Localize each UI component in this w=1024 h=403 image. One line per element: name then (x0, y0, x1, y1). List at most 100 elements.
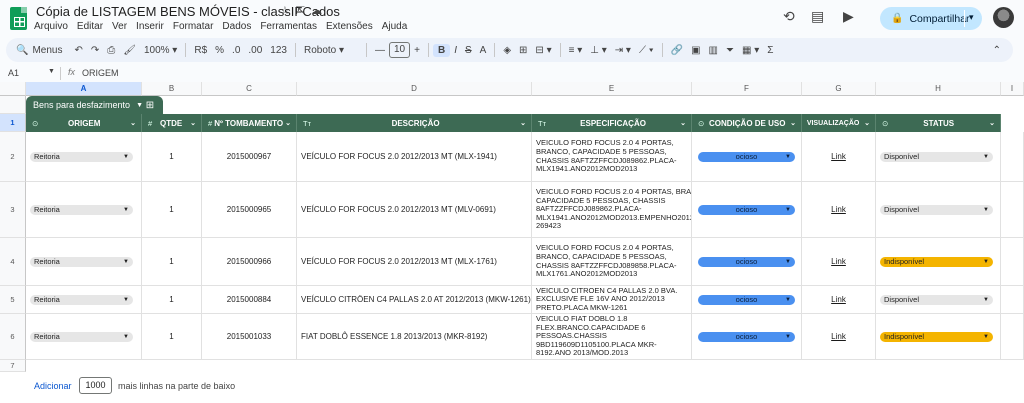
menu-dados[interactable]: Dados (222, 21, 251, 32)
decrease-decimal-button[interactable]: .0 (228, 45, 244, 56)
fill-color-icon[interactable]: ◈ (499, 45, 515, 56)
header-descricao[interactable]: Tт DESCRIÇÃO ⌄ (297, 114, 532, 132)
cell-condicao[interactable]: ocioso ▼ (692, 238, 802, 286)
collapse-toolbar-icon[interactable]: ⌃ (989, 45, 1005, 56)
print-icon[interactable]: ⎙ (103, 45, 119, 56)
chevron-down-icon[interactable]: ⌄ (520, 119, 526, 127)
origem-dropdown-chip[interactable]: Reitoria ▼ (30, 256, 133, 267)
chevron-down-icon[interactable]: ⌄ (285, 119, 291, 127)
origem-dropdown-chip[interactable]: Reitoria ▼ (30, 204, 133, 215)
font-size-increase-icon[interactable]: + (410, 45, 424, 56)
chevron-down-icon[interactable]: ▼ (123, 154, 129, 160)
row-header-2[interactable]: 2 (0, 132, 26, 182)
insert-link-icon[interactable]: 🔗 (667, 45, 687, 56)
chevron-down-icon[interactable]: ▼ (48, 68, 55, 75)
insert-chart-icon[interactable]: ▥ (705, 45, 722, 56)
text-wrap-icon[interactable]: ⇥ ▾ (611, 45, 635, 56)
paint-format-icon[interactable]: 🖌 (119, 45, 140, 56)
cell-tombamento[interactable]: 2015000965 (202, 182, 297, 238)
column-header-f[interactable]: F (692, 82, 802, 96)
header-status[interactable]: ⊙ STATUS ⌄ (876, 114, 1001, 132)
chevron-down-icon[interactable]: ▼ (123, 297, 129, 303)
cell-visualizacao[interactable]: Link (802, 238, 876, 286)
vertical-scrollbar[interactable] (1012, 96, 1022, 366)
cell-qtde[interactable]: 1 (142, 238, 202, 286)
status-dropdown-chip[interactable]: Indisponível ▼ (880, 256, 993, 267)
chevron-down-icon[interactable]: ⌄ (864, 119, 870, 127)
cell-especificacao[interactable]: VEICULO FIAT DOBLO 1.8 FLEX.BRANCO.CAPAC… (532, 314, 692, 360)
chevron-down-icon[interactable]: ▼ (983, 154, 989, 160)
cell-especificacao[interactable]: VEICULO FORD FOCUS 2.0 4 PORTAS, BRANCO,… (532, 132, 692, 182)
cell-especificacao[interactable]: VEICULO FORD FOCUS 2.0 4 PORTAS, BRANCO,… (532, 238, 692, 286)
italic-button[interactable]: I (450, 45, 461, 56)
column-header-i[interactable]: I (1001, 82, 1024, 96)
text-rotation-icon[interactable]: ⟋ ▾ (635, 45, 658, 56)
header-visualizacao[interactable]: VISUALIZAÇÃO ⌄ (802, 114, 876, 132)
origem-dropdown-chip[interactable]: Reitoria ▼ (30, 151, 133, 162)
row-header-5[interactable]: 5 (0, 286, 26, 314)
cell-status[interactable]: Disponível ▼ (876, 182, 1001, 238)
status-dropdown-chip[interactable]: Disponível ▼ (880, 294, 993, 305)
menus-search[interactable]: 🔍 Menus (6, 45, 70, 56)
column-header-g[interactable]: G (802, 82, 876, 96)
chevron-down-icon[interactable]: ▼ (785, 207, 791, 213)
cell-tombamento[interactable]: 2015000967 (202, 132, 297, 182)
header-condicao[interactable]: ⊙ CONDIÇÃO DE USO ⌄ (692, 114, 802, 132)
sheets-logo-icon[interactable] (10, 7, 27, 30)
chevron-down-icon[interactable]: ⌄ (680, 119, 686, 127)
condicao-dropdown-chip[interactable]: ocioso ▼ (698, 256, 795, 267)
condicao-dropdown-chip[interactable]: ocioso ▼ (698, 294, 795, 305)
horizontal-align-icon[interactable]: ≡ ▾ (565, 45, 587, 56)
cell-tombamento[interactable]: 2015000884 (202, 286, 297, 314)
chevron-down-icon[interactable]: ⌄ (790, 119, 796, 127)
chevron-down-icon[interactable]: ⌄ (989, 119, 995, 127)
origem-dropdown-chip[interactable]: Reitoria ▼ (30, 331, 133, 342)
column-header-b[interactable]: B (142, 82, 202, 96)
cell-condicao[interactable]: ocioso ▼ (692, 132, 802, 182)
header-origem[interactable]: ⊙ ORIGEM ⌄ (26, 114, 142, 132)
cell-origem[interactable]: Reitoria ▼ (26, 238, 142, 286)
select-all-corner[interactable] (0, 82, 26, 96)
menu-inserir[interactable]: Inserir (136, 21, 164, 32)
header-qtde[interactable]: # QTDE ⌄ (142, 114, 202, 132)
cell-status[interactable]: Indisponível ▼ (876, 238, 1001, 286)
chevron-down-icon[interactable]: ⌄ (190, 119, 196, 127)
redo-icon[interactable]: ↷ (87, 45, 103, 56)
chevron-down-icon[interactable]: ▼ (785, 334, 791, 340)
cell-descricao[interactable]: VEÍCULO FOR FOCUS 2.0 2012/2013 MT (MLX-… (297, 132, 532, 182)
row-header-7[interactable]: 7 (0, 360, 26, 372)
cell-descricao[interactable]: FIAT DOBLÔ ESSENCE 1.8 2013/2013 (MKR-81… (297, 314, 532, 360)
cell-visualizacao[interactable]: Link (802, 286, 876, 314)
cell-visualizacao[interactable]: Link (802, 314, 876, 360)
chevron-down-icon[interactable]: ▼ (785, 297, 791, 303)
filter-icon[interactable]: ⏷ (722, 45, 738, 56)
bold-button[interactable]: B (432, 43, 451, 57)
menu-ferramentas[interactable]: Ferramentas (260, 21, 317, 32)
visualizacao-link[interactable]: Link (831, 257, 846, 266)
visualizacao-link[interactable]: Link (831, 295, 846, 304)
comment-icon[interactable]: ▤ (811, 8, 824, 25)
number-format-button[interactable]: 123 (266, 45, 291, 56)
menu-arquivo[interactable]: Arquivo (34, 21, 68, 32)
cell-tombamento[interactable]: 2015000966 (202, 238, 297, 286)
status-dropdown-chip[interactable]: Indisponível ▼ (880, 331, 993, 342)
condicao-dropdown-chip[interactable]: ocioso ▼ (698, 204, 795, 215)
chevron-down-icon[interactable]: ▼ (123, 259, 129, 265)
currency-button[interactable]: R$ (190, 45, 211, 56)
cell-descricao[interactable]: VEÍCULO FOR FOCUS 2.0 2012/2013 MT (MLX-… (297, 238, 532, 286)
cell-status[interactable]: Indisponível ▼ (876, 314, 1001, 360)
merge-cells-icon[interactable]: ⊟ ▾ (531, 45, 555, 56)
cell-qtde[interactable]: 1 (142, 286, 202, 314)
cell-qtde[interactable]: 1 (142, 314, 202, 360)
column-header-d[interactable]: D (297, 82, 532, 96)
formula-input[interactable]: ORIGEM (82, 68, 119, 78)
cell-condicao[interactable]: ocioso ▼ (692, 314, 802, 360)
chevron-down-icon[interactable]: ▼ (983, 259, 989, 265)
chevron-down-icon[interactable]: ▼ (123, 334, 129, 340)
cell-visualizacao[interactable]: Link (802, 182, 876, 238)
row-header-1[interactable]: 1 (0, 114, 26, 132)
meet-icon[interactable]: ▶ (843, 8, 854, 25)
table-options-icon[interactable]: ⊞ (142, 98, 158, 113)
chevron-down-icon[interactable]: ▼ (983, 207, 989, 213)
functions-icon[interactable]: Σ (763, 45, 777, 56)
